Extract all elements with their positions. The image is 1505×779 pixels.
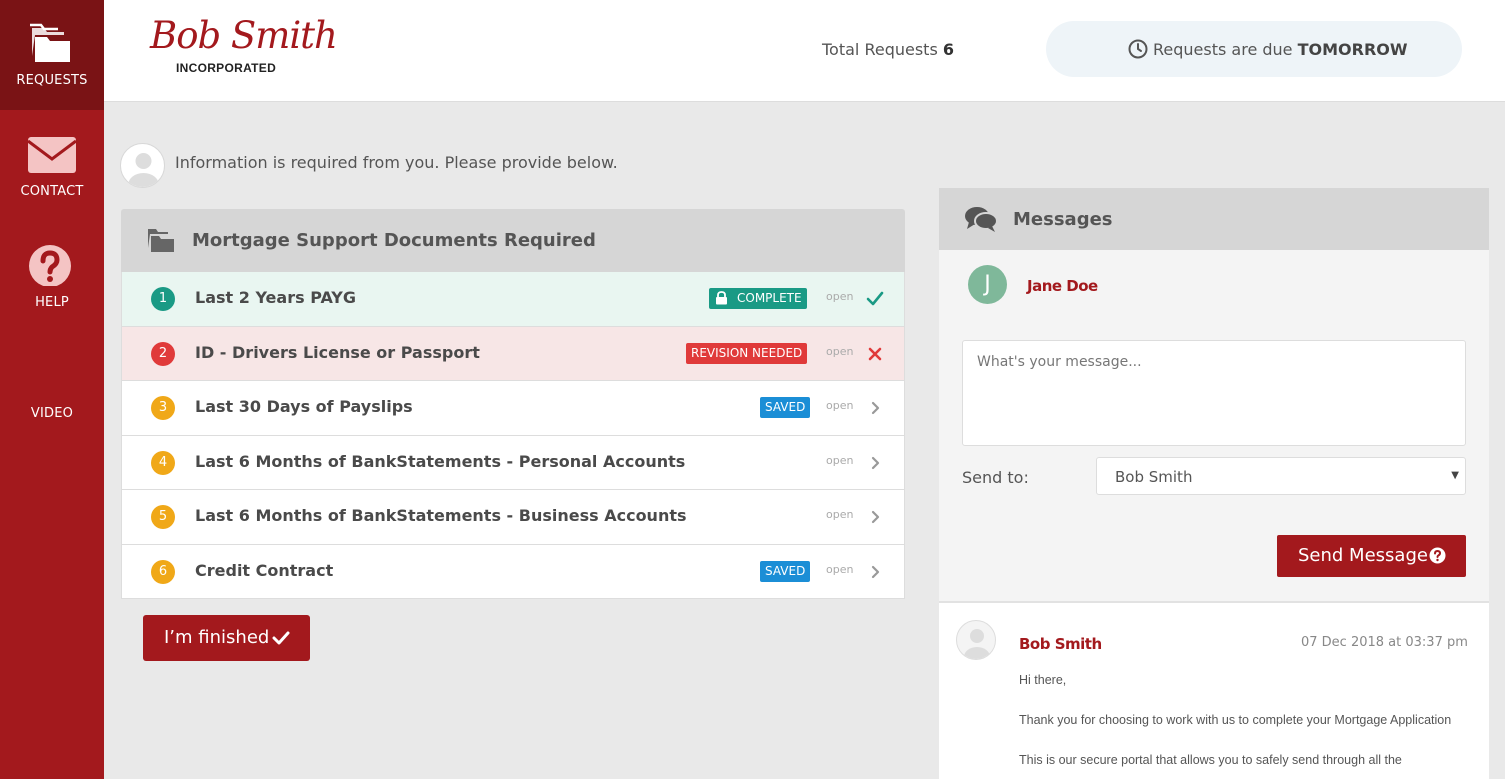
- row-number: 1: [151, 287, 175, 311]
- sidebar-item-video[interactable]: VIDEO: [0, 330, 104, 440]
- open-label: open: [826, 344, 854, 358]
- status-badge: SAVED: [760, 397, 811, 418]
- close-icon: [868, 347, 882, 360]
- message-author: Bob Smith: [1019, 635, 1102, 653]
- lock-icon: [716, 291, 727, 305]
- row-number: 5: [151, 505, 175, 529]
- logo-script: Bob Smith: [150, 14, 338, 57]
- dropdown-arrow-icon: ▼: [1451, 470, 1459, 481]
- question-circle-icon: [1429, 547, 1446, 564]
- sidebar-item-help[interactable]: HELP: [0, 220, 104, 330]
- status-badge: SAVED: [760, 560, 811, 582]
- document-title: Last 6 Months of BankStatements - Busine…: [195, 506, 687, 525]
- row-number: 2: [151, 341, 175, 366]
- message-input[interactable]: [962, 340, 1466, 446]
- documents-panel: Mortgage Support Documents Required 1 Las…: [121, 209, 905, 599]
- status-badge-label: SAVED: [765, 563, 806, 578]
- status-badge-label: SAVED: [765, 400, 806, 414]
- user-avatar: J: [968, 265, 1007, 304]
- document-row[interactable]: 2 ID - Drivers License or Passport REVISIO…: [121, 326, 905, 381]
- sidebar-label-video: VIDEO: [30, 406, 74, 421]
- sidebar-item-contact[interactable]: CONTACT: [0, 110, 104, 220]
- messages-panel: Messages J Jane Doe Send to: Bob Smith ▼…: [939, 188, 1489, 779]
- sidebar-label-help: HELP: [35, 295, 69, 310]
- messages-header: Messages: [939, 188, 1489, 250]
- status-badge-label: REVISION NEEDED: [691, 345, 803, 360]
- chevron-right-icon[interactable]: [865, 562, 885, 582]
- due-banner: Requests are due TOMORROW: [1046, 21, 1462, 77]
- folders-icon: [30, 23, 70, 62]
- avatar: [120, 143, 165, 188]
- sidebar-item-requests[interactable]: REQUESTS: [0, 0, 104, 110]
- status-badge: COMPLETE: [709, 288, 807, 309]
- message-body: Hi there, Thank you for choosing to work…: [1019, 670, 1459, 779]
- check-icon: [272, 631, 290, 645]
- send-message-button[interactable]: Send Message: [1277, 535, 1466, 577]
- document-row[interactable]: 3 Last 30 Days of Payslips SAVED open: [121, 381, 905, 436]
- due-value: TOMORROW: [1297, 40, 1408, 59]
- send-to-label: Send to:: [962, 468, 1029, 487]
- envelope-icon: [27, 137, 77, 173]
- status-badge-label: COMPLETE: [737, 291, 802, 305]
- open-label: open: [826, 453, 854, 467]
- finished-button[interactable]: I’m finished: [143, 615, 310, 661]
- status-badge: REVISION NEEDED: [686, 342, 808, 364]
- user-name: Jane Doe: [1027, 277, 1098, 295]
- chat-bubbles-icon: [965, 207, 998, 232]
- total-requests-count: 6: [942, 40, 955, 59]
- total-requests: Total Requests 6: [822, 40, 954, 59]
- author-avatar: [956, 620, 996, 660]
- question-icon: [29, 245, 71, 286]
- finished-label: I’m finished: [164, 627, 270, 648]
- row-number: 6: [151, 559, 175, 584]
- user-silhouette-icon: [964, 629, 990, 659]
- row-number: 4: [151, 450, 175, 475]
- messages-title: Messages: [1013, 209, 1113, 230]
- document-title: Last 2 Years PAYG: [195, 288, 357, 307]
- row-number: 3: [151, 396, 175, 420]
- send-message-label: Send Message: [1298, 545, 1428, 566]
- document-title: ID - Drivers License or Passport: [195, 342, 480, 362]
- clock-icon: [1128, 39, 1148, 59]
- send-to-select[interactable]: Bob Smith ▼: [1096, 457, 1466, 495]
- open-label: open: [826, 399, 854, 412]
- document-title: Credit Contract: [195, 560, 334, 580]
- due-prefix: Requests are due: [1153, 40, 1293, 59]
- documents-header: Mortgage Support Documents Required: [121, 209, 905, 272]
- message-paragraph: Thank you for choosing to work with us t…: [1019, 713, 1452, 727]
- chevron-right-icon[interactable]: [865, 507, 885, 527]
- open-label: open: [826, 562, 854, 576]
- open-label: open: [826, 508, 854, 521]
- logo-subtitle: INCORPORATED: [176, 61, 277, 75]
- document-row[interactable]: 4 Last 6 Months of BankStatements - Perso…: [121, 435, 905, 490]
- document-row[interactable]: 5 Last 6 Months of BankStatements - Busin…: [121, 490, 905, 545]
- document-title: Last 6 Months of BankStatements - Person…: [195, 451, 686, 471]
- header: Bob Smith INCORPORATED Total Requests 6 …: [104, 0, 1505, 102]
- sidebar-label-requests: REQUESTS: [16, 73, 88, 88]
- total-requests-label: Total Requests: [822, 40, 938, 59]
- documents-title: Mortgage Support Documents Required: [192, 230, 596, 251]
- open-label: open: [826, 290, 854, 303]
- message-paragraph: This is our secure portal that allows yo…: [1019, 753, 1402, 767]
- user-silhouette-icon: [128, 153, 159, 187]
- folders-icon: [148, 229, 174, 252]
- sidebar: REQUESTS CONTACT HELP VIDEO: [0, 0, 104, 779]
- intro-text: Information is required from you. Please…: [175, 153, 618, 172]
- check-icon: [866, 291, 884, 306]
- chevron-right-icon[interactable]: [865, 398, 885, 418]
- document-row[interactable]: 1 Last 2 Years PAYG COMPLETE open: [121, 272, 905, 327]
- document-row[interactable]: 6 Credit Contract SAVED open: [121, 544, 905, 599]
- send-to-value: Bob Smith: [1115, 468, 1193, 486]
- message-card: Bob Smith 07 Dec 2018 at 03:37 pm Hi the…: [939, 601, 1489, 779]
- sidebar-label-contact: CONTACT: [20, 184, 84, 199]
- chevron-right-icon[interactable]: [865, 453, 885, 473]
- message-paragraph: Hi there,: [1019, 673, 1067, 687]
- due-text: Requests are due TOMORROW: [1153, 40, 1408, 59]
- document-title: Last 30 Days of Payslips: [195, 397, 413, 416]
- message-date: 07 Dec 2018 at 03:37 pm: [1301, 635, 1468, 650]
